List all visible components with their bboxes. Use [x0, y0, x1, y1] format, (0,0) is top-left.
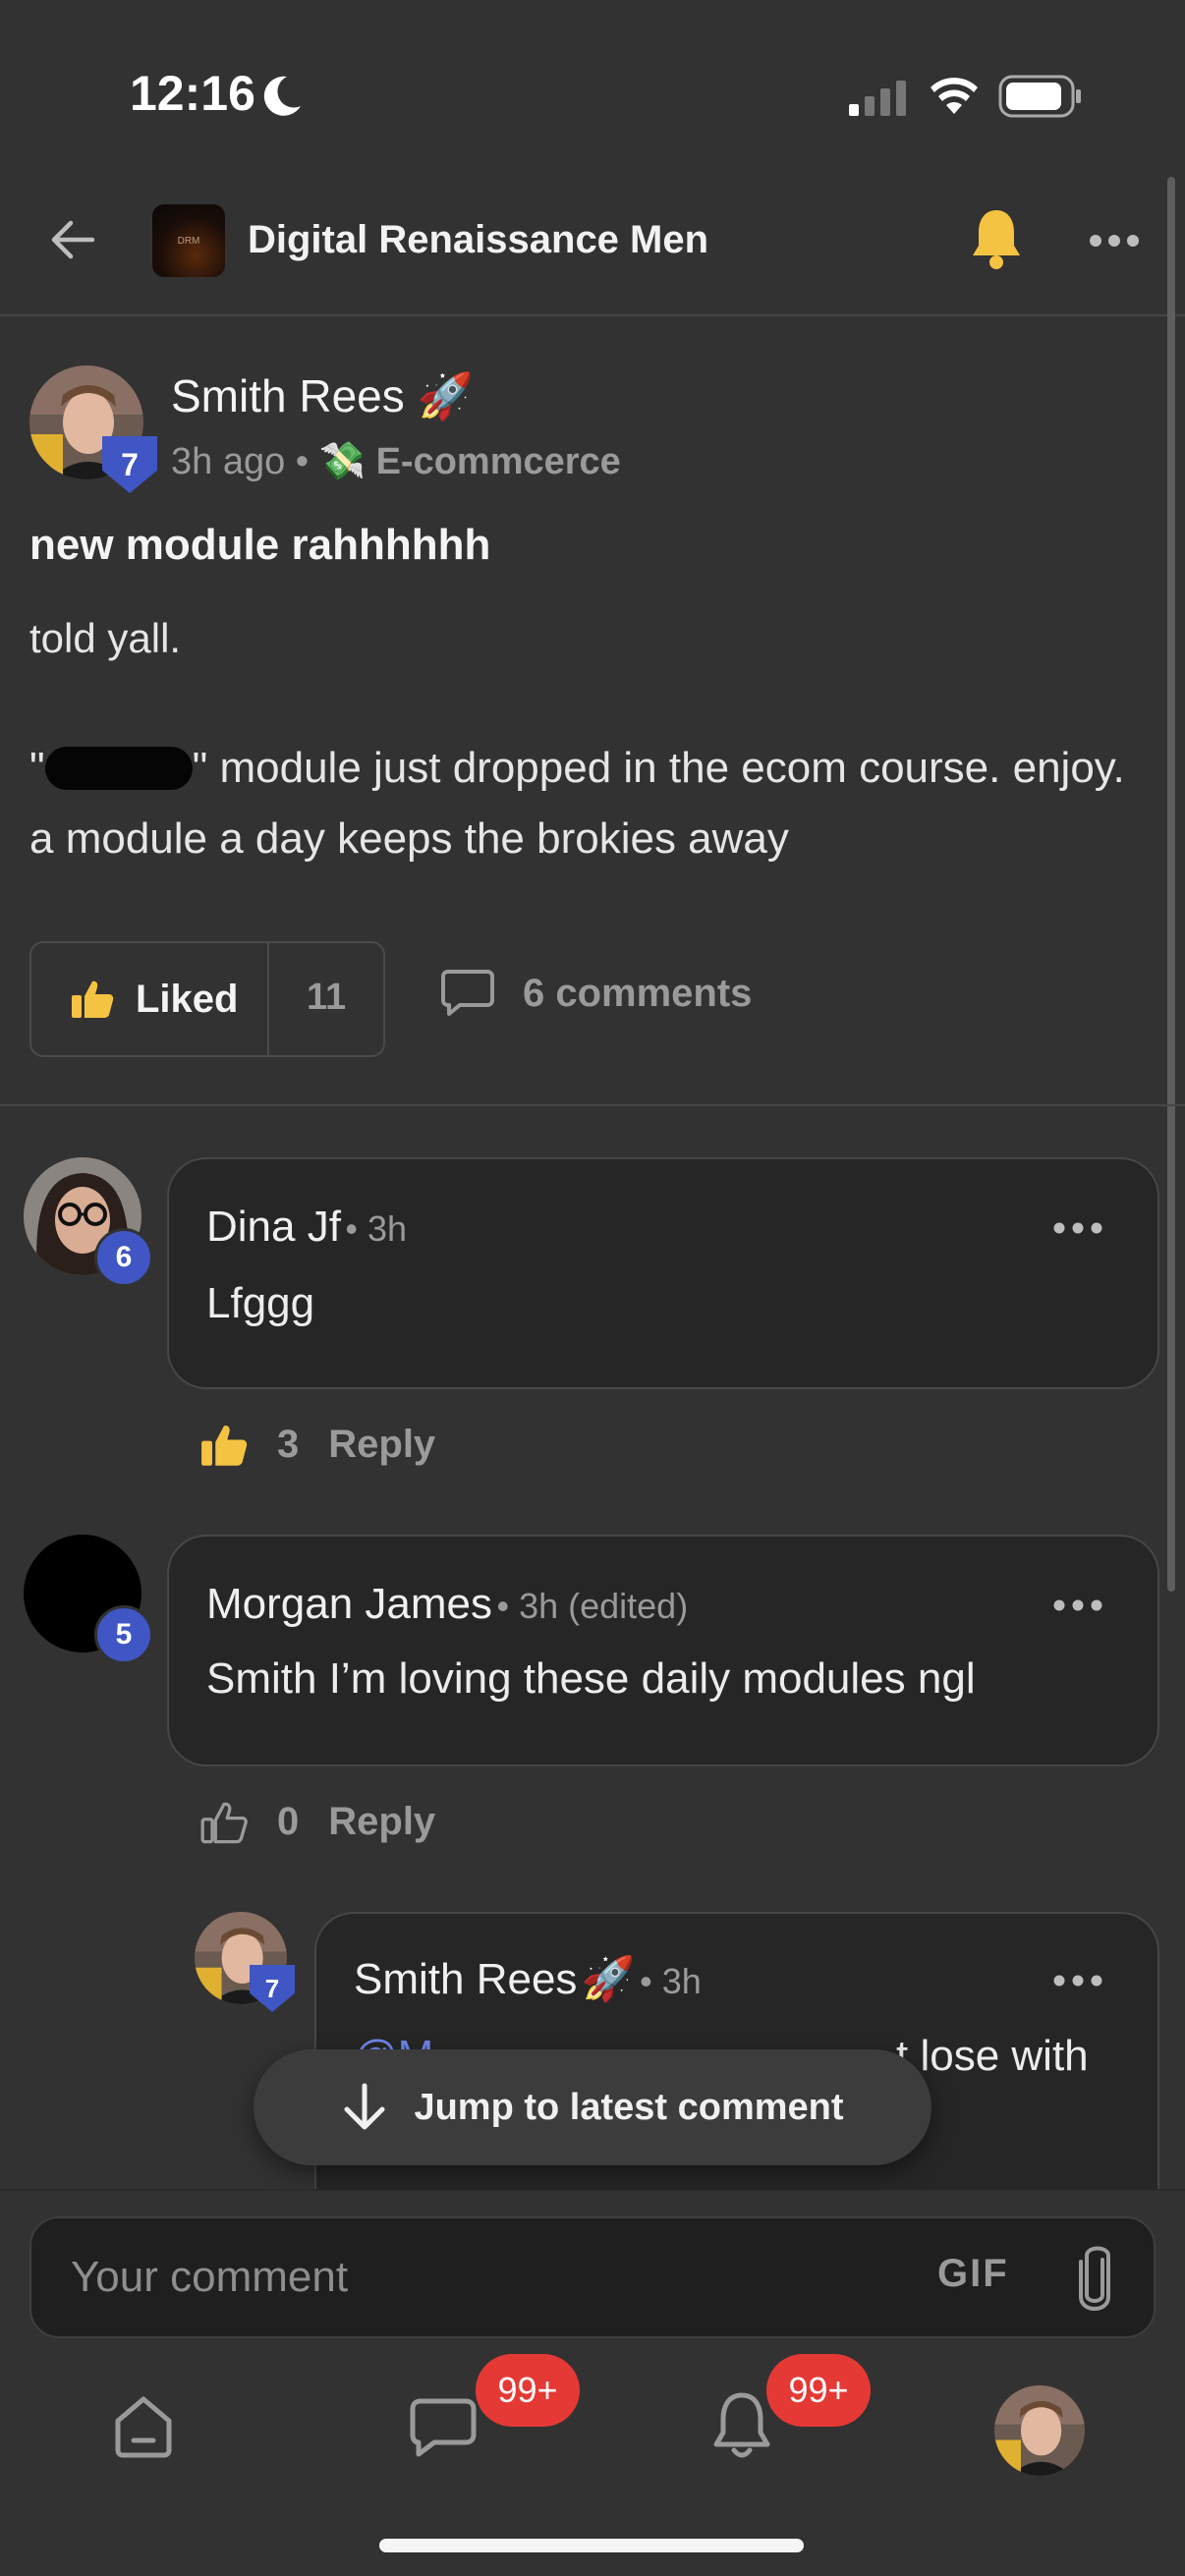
commenter-name[interactable]: Dina Jf — [206, 1203, 341, 1251]
quote-close: " — [192, 744, 208, 792]
reply-button[interactable]: Reply — [328, 1800, 435, 1844]
gif-button[interactable]: GIF — [937, 2252, 1009, 2296]
group-logo-text: DRM — [177, 235, 200, 247]
post-category[interactable]: E-commcerce — [376, 441, 621, 482]
level-badge: 7 — [250, 1965, 295, 2012]
chat-icon[interactable] — [409, 2397, 478, 2458]
battery-icon — [998, 75, 1081, 118]
jump-to-latest-button[interactable]: Jump to latest comment — [254, 2049, 931, 2165]
author-name-text: Smith Rees — [171, 370, 405, 421]
status-time: 12:16 — [130, 66, 255, 121]
thumbs-up-outline-icon[interactable] — [200, 1801, 248, 1844]
quote-open: " — [29, 744, 45, 792]
comment-separator: • — [640, 1961, 662, 2001]
back-arrow-icon[interactable] — [47, 214, 98, 265]
comment-separator: • — [345, 1208, 368, 1249]
comment-bubble-icon — [441, 970, 494, 1016]
money-emoji: 💸 — [318, 441, 366, 482]
thumbs-up-icon[interactable] — [200, 1424, 248, 1467]
arrow-down-icon — [344, 2083, 385, 2130]
redacted-text — [44, 747, 193, 790]
commenter-name[interactable]: Smith Rees — [354, 1955, 577, 2003]
comment-text: t lose with — [896, 2032, 1089, 2080]
level-badge: 7 — [102, 436, 157, 493]
comment-header: Morgan James • 3h (edited) — [206, 1580, 688, 1629]
post-time: 3h ago — [171, 441, 286, 482]
header-divider — [0, 314, 1185, 316]
comment-input[interactable] — [71, 2248, 857, 2307]
scrollbar[interactable] — [1167, 177, 1175, 1592]
comment-composer: GIF — [29, 2216, 1156, 2338]
profile-avatar[interactable] — [994, 2385, 1085, 2476]
comment-header: Smith Rees 🚀 • 3h — [354, 1953, 702, 2004]
comment-more-icon[interactable] — [1053, 1975, 1102, 1987]
post-body: " " module just dropped in the ecom cours… — [29, 733, 1140, 874]
commenter-name[interactable]: Morgan James — [206, 1580, 492, 1628]
rocket-emoji: 🚀 — [417, 370, 474, 421]
comment-like-count: 3 — [277, 1423, 300, 1466]
post-divider — [0, 1104, 1185, 1106]
comment-actions: 3 Reply — [200, 1423, 435, 1467]
post-meta: 3h ago • 💸 E-commcerce — [171, 440, 621, 483]
comment-like-count: 0 — [277, 1800, 300, 1843]
bell-icon[interactable] — [971, 206, 1022, 271]
comment-actions: 0 Reply — [200, 1800, 435, 1844]
notifications-bell-icon[interactable] — [711, 2389, 772, 2462]
wifi-icon — [931, 78, 978, 114]
post-title: new module rahhhhhh — [29, 521, 491, 569]
comment-bubble: Dina Jf • 3h Lfggg — [167, 1157, 1159, 1389]
reply-button[interactable]: Reply — [328, 1423, 435, 1467]
comment-text: Lfggg — [206, 1279, 315, 1327]
meta-separator: • — [295, 441, 319, 482]
like-separator — [267, 943, 269, 1055]
comment-time: 3h — [367, 1208, 408, 1249]
comment-header: Dina Jf • 3h — [206, 1203, 407, 1252]
home-icon[interactable] — [110, 2393, 177, 2460]
rocket-emoji: 🚀 — [581, 1955, 636, 2003]
liked-label: Liked — [136, 977, 239, 1021]
like-count[interactable]: 11 — [307, 977, 346, 1019]
like-button-content: Liked — [71, 943, 238, 1055]
comment-time: 3h (edited) — [519, 1586, 689, 1626]
like-button[interactable]: Liked 11 — [29, 941, 385, 1057]
chat-notification-badge: 99+ — [476, 2354, 580, 2427]
home-indicator[interactable] — [379, 2539, 804, 2552]
comment-text: Smith I’m loving these daily modules ngl — [206, 1654, 976, 1703]
thumbs-up-icon — [72, 980, 114, 1018]
comment-separator: • — [496, 1586, 520, 1626]
group-logo[interactable]: DRM — [152, 204, 225, 277]
notifications-badge: 99+ — [766, 2354, 871, 2427]
jump-label: Jump to latest comment — [414, 2086, 844, 2128]
comments-count-label: 6 comments — [523, 971, 753, 1015]
comment-more-icon[interactable] — [1053, 1222, 1102, 1234]
more-options-icon[interactable] — [1089, 234, 1140, 248]
comment-time: 3h — [661, 1961, 702, 2001]
paperclip-icon[interactable] — [1073, 2240, 1116, 2315]
comment-more-icon[interactable] — [1053, 1599, 1102, 1611]
level-badge: 5 — [94, 1605, 153, 1664]
group-title[interactable]: Digital Renaissance Men — [248, 218, 708, 262]
composer-divider — [0, 2189, 1185, 2191]
comment-bubble: Morgan James • 3h (edited) Smith I’m lov… — [167, 1535, 1159, 1766]
post-text-line: told yall. — [29, 615, 182, 661]
author-name[interactable]: Smith Rees 🚀 — [171, 369, 474, 423]
level-badge: 6 — [94, 1228, 153, 1287]
moon-icon — [263, 76, 301, 116]
cellular-signal-icon — [849, 81, 906, 116]
comments-count-link[interactable]: 6 comments — [440, 969, 752, 1018]
